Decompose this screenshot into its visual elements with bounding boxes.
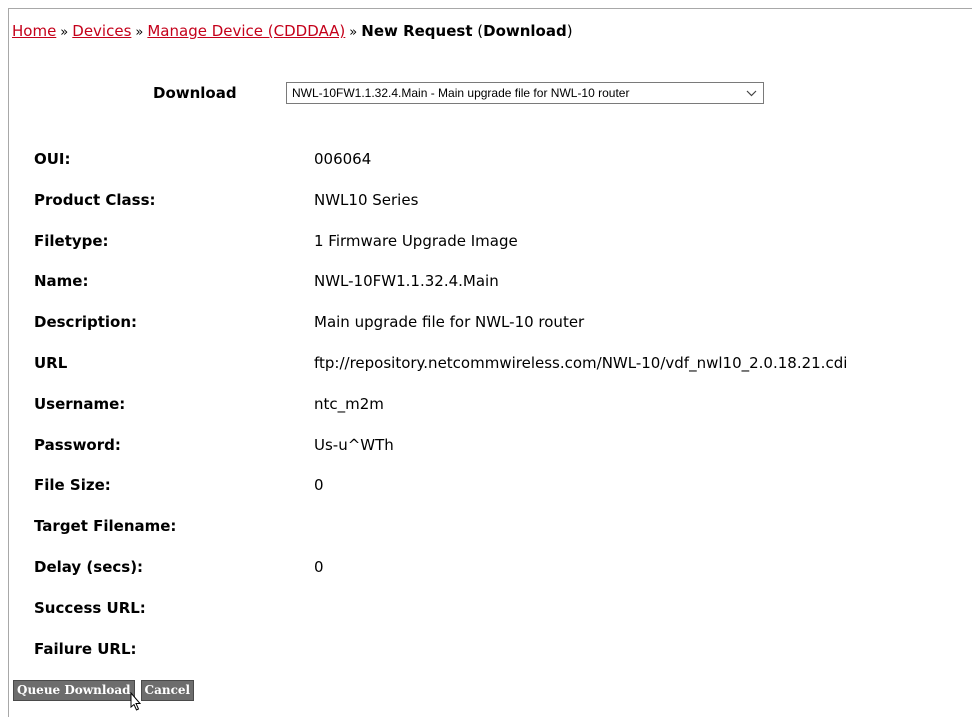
detail-label: Description: xyxy=(34,313,138,331)
detail-label: Filetype: xyxy=(34,232,109,250)
detail-value: 0 xyxy=(314,558,324,576)
detail-label: Success URL: xyxy=(34,599,146,617)
detail-label: Failure URL: xyxy=(34,640,137,658)
breadcrumb-devices-link[interactable]: Devices xyxy=(72,22,131,40)
queue-download-button[interactable]: Queue Download xyxy=(13,680,135,701)
form-actions: Queue Download Cancel xyxy=(13,680,195,702)
breadcrumb-home-link[interactable]: Home xyxy=(12,22,56,40)
download-select[interactable]: NWL-10FW1.1.32.4.Main - Main upgrade fil… xyxy=(286,82,764,104)
breadcrumb-current-suffix-bold: Download xyxy=(483,22,567,40)
detail-label: File Size: xyxy=(34,476,111,494)
breadcrumb-current-page: New Request xyxy=(361,22,473,40)
cancel-button[interactable]: Cancel xyxy=(140,680,195,701)
detail-value: 0 xyxy=(314,476,324,494)
download-label: Download xyxy=(153,84,237,102)
pointer-cursor-icon xyxy=(130,692,142,711)
breadcrumb: Home» Devices» Manage Device (CDDDAA)» New … xyxy=(12,22,573,40)
detail-value: ntc_m2m xyxy=(314,395,384,413)
detail-value: 1 Firmware Upgrade Image xyxy=(314,232,518,250)
detail-label: Password: xyxy=(34,436,121,454)
breadcrumb-separator: » xyxy=(135,25,144,40)
detail-label: Target Filename: xyxy=(34,517,177,535)
detail-value: NWL10 Series xyxy=(314,191,419,209)
detail-value: ftp://repository.netcommwireless.com/NWL… xyxy=(314,354,848,372)
detail-value: Us-u^WTh xyxy=(314,436,394,454)
detail-label: OUI: xyxy=(34,150,71,168)
breadcrumb-manage-device-link[interactable]: Manage Device (CDDDAA) xyxy=(147,22,345,40)
detail-label: Name: xyxy=(34,272,89,290)
breadcrumb-current-suffix: (Download) xyxy=(477,22,573,40)
detail-label: Delay (secs): xyxy=(34,558,144,576)
detail-value: Main upgrade file for NWL-10 router xyxy=(314,313,585,331)
detail-value: NWL-10FW1.1.32.4.Main xyxy=(314,272,499,290)
breadcrumb-separator: » xyxy=(60,25,69,40)
detail-label: Product Class: xyxy=(34,191,156,209)
download-select-value: NWL-10FW1.1.32.4.Main - Main upgrade fil… xyxy=(292,86,630,100)
detail-label: URL xyxy=(34,354,68,372)
breadcrumb-separator: » xyxy=(349,25,358,40)
detail-label: Username: xyxy=(34,395,126,413)
detail-value: 006064 xyxy=(314,150,372,168)
chevron-down-icon xyxy=(746,83,757,103)
